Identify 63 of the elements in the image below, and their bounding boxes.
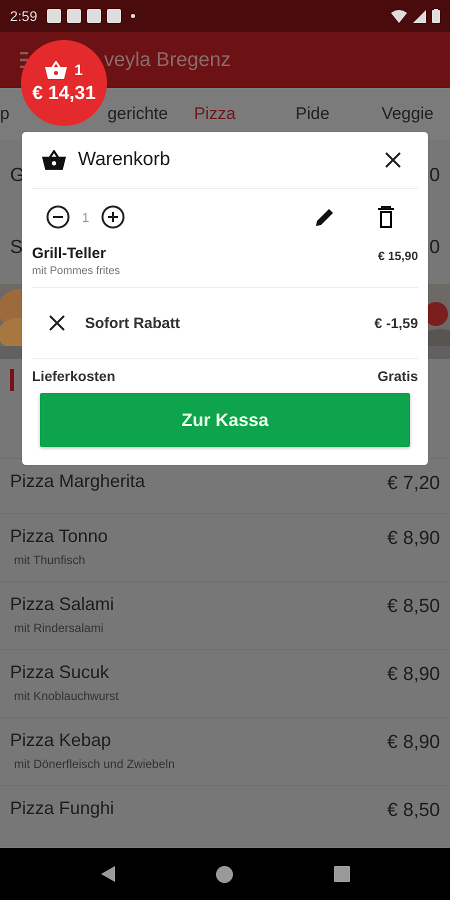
menu-row[interactable]: Pizza Salami mit Rindersalami € 8,50 xyxy=(0,581,450,649)
section-marker xyxy=(10,369,14,391)
menu-row[interactable]: Pizza Kebap mit Dönerfleisch und Zwiebeln € 8,90 xyxy=(0,717,450,785)
basket-icon xyxy=(45,61,68,79)
item-price: € 15,90 xyxy=(378,249,418,265)
notification-icon xyxy=(67,9,82,23)
back-icon[interactable] xyxy=(100,866,114,882)
notification-icon xyxy=(87,9,102,23)
category-tab[interactable]: Pide xyxy=(296,104,330,124)
notification-icon xyxy=(107,9,122,23)
dish-description: mit Thunfisch xyxy=(14,553,86,567)
category-tab[interactable]: Veggie xyxy=(382,104,434,124)
menu-row[interactable]: Pizza Sucuk mit Knoblauchwurst € 8,90 xyxy=(0,649,450,717)
dish-description: mit Knoblauchwurst xyxy=(14,689,119,703)
dialog-title: Warenkorb xyxy=(78,149,170,171)
dish-name: Pizza Salami xyxy=(10,594,114,615)
wifi-icon xyxy=(391,10,407,22)
delivery-value: Gratis xyxy=(378,368,418,384)
notification-icon xyxy=(47,9,62,23)
discount-amount: € -1,59 xyxy=(374,315,418,331)
dish-price: 0 xyxy=(429,237,440,259)
home-icon[interactable] xyxy=(216,866,232,882)
menu-row[interactable]: Pizza Tonno mit Thunfisch € 8,90 xyxy=(0,513,450,581)
item-name: Grill-Teller xyxy=(32,245,107,262)
recents-icon[interactable] xyxy=(334,866,350,882)
cart-total: € 14,31 xyxy=(32,83,96,105)
remove-icon[interactable] xyxy=(49,315,65,331)
minus-icon[interactable] xyxy=(46,205,70,229)
delete-icon[interactable] xyxy=(378,206,394,228)
dish-description: mit Rindersalami xyxy=(14,621,104,635)
checkout-button[interactable]: Zur Kassa xyxy=(40,393,410,447)
category-tab[interactable]: gerichte xyxy=(107,104,168,124)
dish-name: Pizza Tonno xyxy=(10,526,108,547)
item-description: mit Pommes frites xyxy=(32,265,120,277)
dish-price: € 8,90 xyxy=(387,732,440,754)
dish-name: S xyxy=(10,237,23,259)
dish-name: Pizza Margherita xyxy=(10,471,146,492)
dish-price: 0 xyxy=(429,165,440,187)
dish-price: € 7,20 xyxy=(387,473,440,495)
dish-price: € 8,90 xyxy=(387,528,440,550)
close-icon[interactable] xyxy=(385,152,401,168)
dish-price: € 8,50 xyxy=(387,800,440,822)
basket-icon xyxy=(42,150,66,170)
dish-price: € 8,50 xyxy=(387,596,440,618)
dish-name: Pizza Sucuk xyxy=(10,662,110,683)
category-tab[interactable]: p xyxy=(0,104,10,124)
edit-icon[interactable] xyxy=(314,206,336,228)
category-tab[interactable]: Pizza xyxy=(194,104,236,124)
dish-name: Pizza Funghi xyxy=(10,798,114,819)
dish-description: mit Dönerfleisch und Zwiebeln xyxy=(14,757,175,771)
notification-dot-icon xyxy=(131,14,136,18)
cart-count: 1 xyxy=(74,62,83,78)
dish-price: € 8,90 xyxy=(387,664,440,686)
plus-icon[interactable] xyxy=(101,205,126,229)
signal-icon xyxy=(413,10,426,22)
delivery-label: Lieferkosten xyxy=(32,368,116,384)
quantity-value: 1 xyxy=(82,210,90,224)
app-title: veyla Bregenz xyxy=(104,48,231,72)
discount-label: Sofort Rabatt xyxy=(85,314,180,332)
battery-icon xyxy=(432,9,440,23)
menu-row[interactable]: Pizza Funghi € 8,50 xyxy=(0,785,450,840)
status-time: 2:59 xyxy=(10,8,38,24)
dish-name: Pizza Kebap xyxy=(10,730,112,751)
